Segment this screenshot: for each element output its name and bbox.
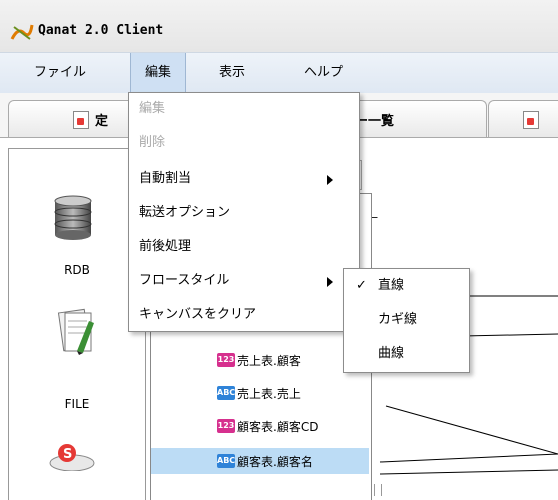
edit-menu-dropdown: 編集 削除 自動割当 転送オプション 前後処理 フロースタイル キャンバスをクリ… [128, 92, 360, 332]
submenu-arrow-icon [327, 277, 333, 287]
menu-item-flow-style[interactable]: フロースタイル [129, 265, 359, 297]
menu-item-transfer-options[interactable]: 転送オプション [129, 197, 359, 229]
menu-item-delete: 削除 [139, 135, 166, 150]
checkmark-icon: ✓ [356, 278, 367, 293]
menu-item-pre-post-process[interactable]: 前後処理 [129, 231, 359, 263]
submenu-item-straight[interactable]: ✓ 直線 [344, 269, 469, 303]
submenu-item-curve[interactable]: 曲線 [344, 337, 469, 371]
menu-item-auto-assign[interactable]: 自動割当 [129, 163, 359, 195]
menu-item-clear-canvas[interactable]: キャンバスをクリア [129, 299, 359, 331]
menu-item-edit: 編集 [139, 101, 166, 116]
submenu-item-elbow[interactable]: カギ線 [344, 303, 469, 337]
splitter-handle[interactable] [374, 484, 382, 496]
flow-style-submenu: ✓ 直線 カギ線 曲線 [343, 268, 470, 373]
submenu-arrow-icon [327, 175, 333, 185]
